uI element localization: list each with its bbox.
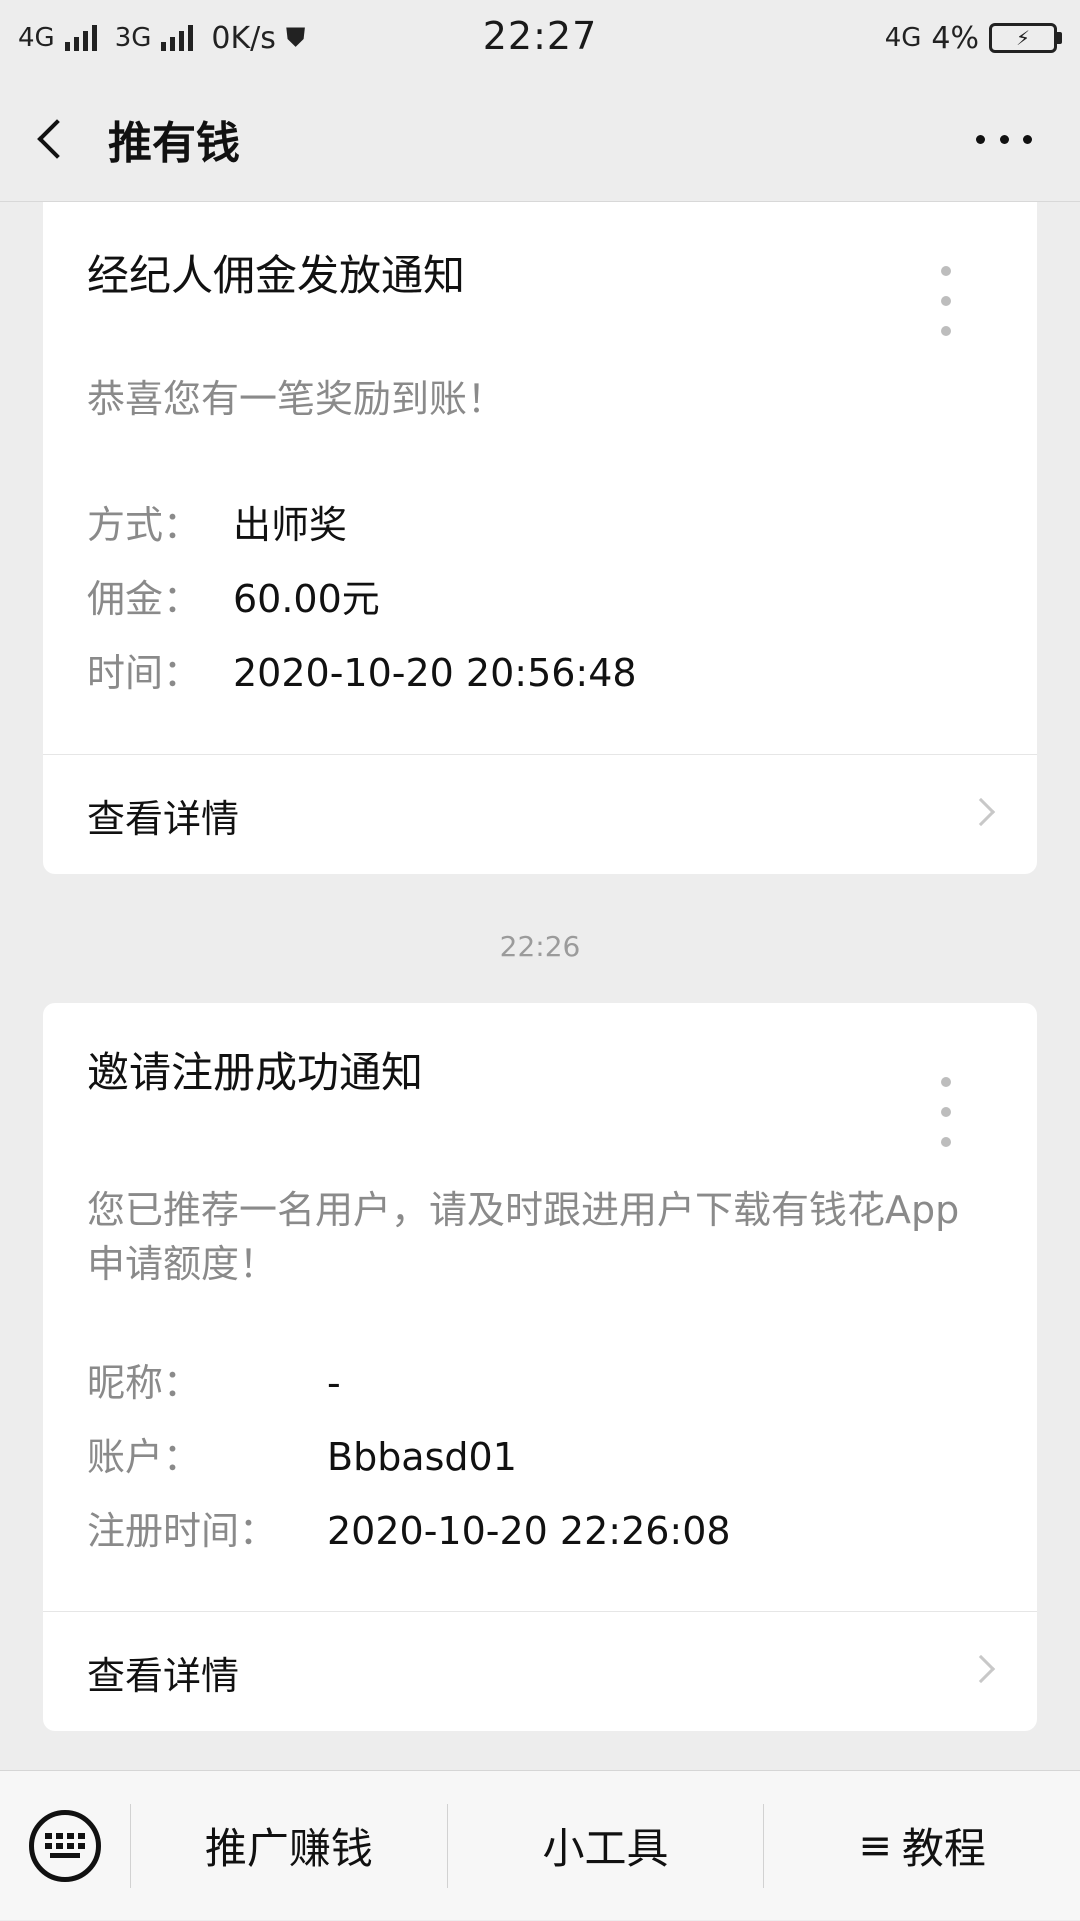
field-row: 佣金： 60.00元 xyxy=(87,574,380,624)
field-value: Bbbasd01 xyxy=(327,1435,517,1479)
view-details-label: 查看详情 xyxy=(87,796,240,841)
submenu-icon: ≡ xyxy=(858,1822,892,1869)
network-type-1: 4G xyxy=(18,23,55,53)
view-details-label: 查看详情 xyxy=(87,1653,240,1698)
menu-item-tutorial[interactable]: ≡ 教程 xyxy=(764,1771,1080,1921)
message-description: 您已推荐一名用户，请及时跟进用户下载有钱花App申请额度！ xyxy=(87,1188,960,1286)
message-description: 恭喜您有一笔奖励到账！ xyxy=(87,377,506,421)
menu-item-label: 教程 xyxy=(901,1824,986,1873)
field-label: 注册时间： xyxy=(87,1509,278,1553)
field-value: 出师奖 xyxy=(233,503,348,547)
keyboard-toggle-button[interactable] xyxy=(0,1771,130,1921)
menu-item-tools[interactable]: 小工具 xyxy=(448,1771,764,1921)
card-menu-button[interactable] xyxy=(931,1077,961,1147)
battery-icon: ⚡ xyxy=(989,23,1062,53)
vertical-dots-icon xyxy=(941,1077,951,1087)
chevron-right-icon xyxy=(966,1654,996,1684)
menu-item-label: 推广赚钱 xyxy=(204,1824,373,1873)
field-label: 时间： xyxy=(87,651,202,695)
signal-icon xyxy=(64,25,97,51)
view-details-link[interactable]: 查看详情 xyxy=(43,1613,1037,1731)
battery-percent: 4% xyxy=(931,20,979,56)
field-value: - xyxy=(327,1361,341,1405)
message-timestamp: 22:26 xyxy=(499,930,581,963)
field-row: 昵称： - xyxy=(87,1358,341,1408)
vertical-dots-icon xyxy=(941,266,951,276)
field-value: 60.00元 xyxy=(233,577,380,621)
status-right: 4G 4% ⚡ xyxy=(885,21,1062,56)
network-speed: 0K/s xyxy=(211,20,276,56)
menu-item-promote[interactable]: 推广赚钱 xyxy=(131,1771,447,1921)
field-value: 2020-10-20 20:56:48 xyxy=(233,651,637,695)
field-row: 方式： 出师奖 xyxy=(87,500,347,550)
network-type-2: 3G xyxy=(114,23,152,53)
status-left: 4G 3G 0K/s ⛊ xyxy=(18,21,305,56)
card-menu-button[interactable] xyxy=(931,266,961,336)
chevron-left-icon xyxy=(37,118,77,159)
chevron-right-icon xyxy=(966,797,996,827)
bottom-menu-bar: 推广赚钱 小工具 ≡ 教程 xyxy=(0,1770,1080,1920)
menu-item-label: 小工具 xyxy=(542,1824,669,1873)
message-title: 经纪人佣金发放通知 xyxy=(87,251,466,300)
more-options-button[interactable] xyxy=(964,114,1044,164)
field-row: 时间： 2020-10-20 20:56:48 xyxy=(87,648,637,698)
field-label: 方式： xyxy=(87,503,202,547)
signal-icon xyxy=(161,25,194,51)
divider xyxy=(43,754,1037,755)
message-title: 邀请注册成功通知 xyxy=(87,1048,424,1097)
more-dots-icon xyxy=(976,134,985,144)
network-type-3: 4G xyxy=(884,23,922,53)
field-row: 账户： Bbbasd01 xyxy=(87,1432,517,1482)
status-bar: 4G 3G 0K/s ⛊ 4G 4% ⚡ xyxy=(0,0,1080,76)
field-label: 佣金： xyxy=(87,577,202,621)
chat-header: 推有钱 xyxy=(0,76,1080,202)
message-card: 经纪人佣金发放通知 恭喜您有一笔奖励到账！ 方式： 出师奖 佣金： 60.00元… xyxy=(43,202,1037,874)
message-card: 邀请注册成功通知 您已推荐一名用户，请及时跟进用户下载有钱花App申请额度！ 昵… xyxy=(43,1003,1037,1731)
field-value: 2020-10-20 22:26:08 xyxy=(327,1509,731,1553)
view-details-link[interactable]: 查看详情 xyxy=(43,756,1037,874)
divider xyxy=(43,1611,1037,1612)
field-label: 账户： xyxy=(87,1435,202,1479)
keyboard-icon xyxy=(29,1809,101,1882)
field-label: 昵称： xyxy=(87,1361,202,1405)
shield-icon: ⛊ xyxy=(285,22,306,53)
field-row: 注册时间： 2020-10-20 22:26:08 xyxy=(87,1506,731,1556)
page-title: 推有钱 xyxy=(108,117,240,169)
back-button[interactable] xyxy=(0,76,100,202)
